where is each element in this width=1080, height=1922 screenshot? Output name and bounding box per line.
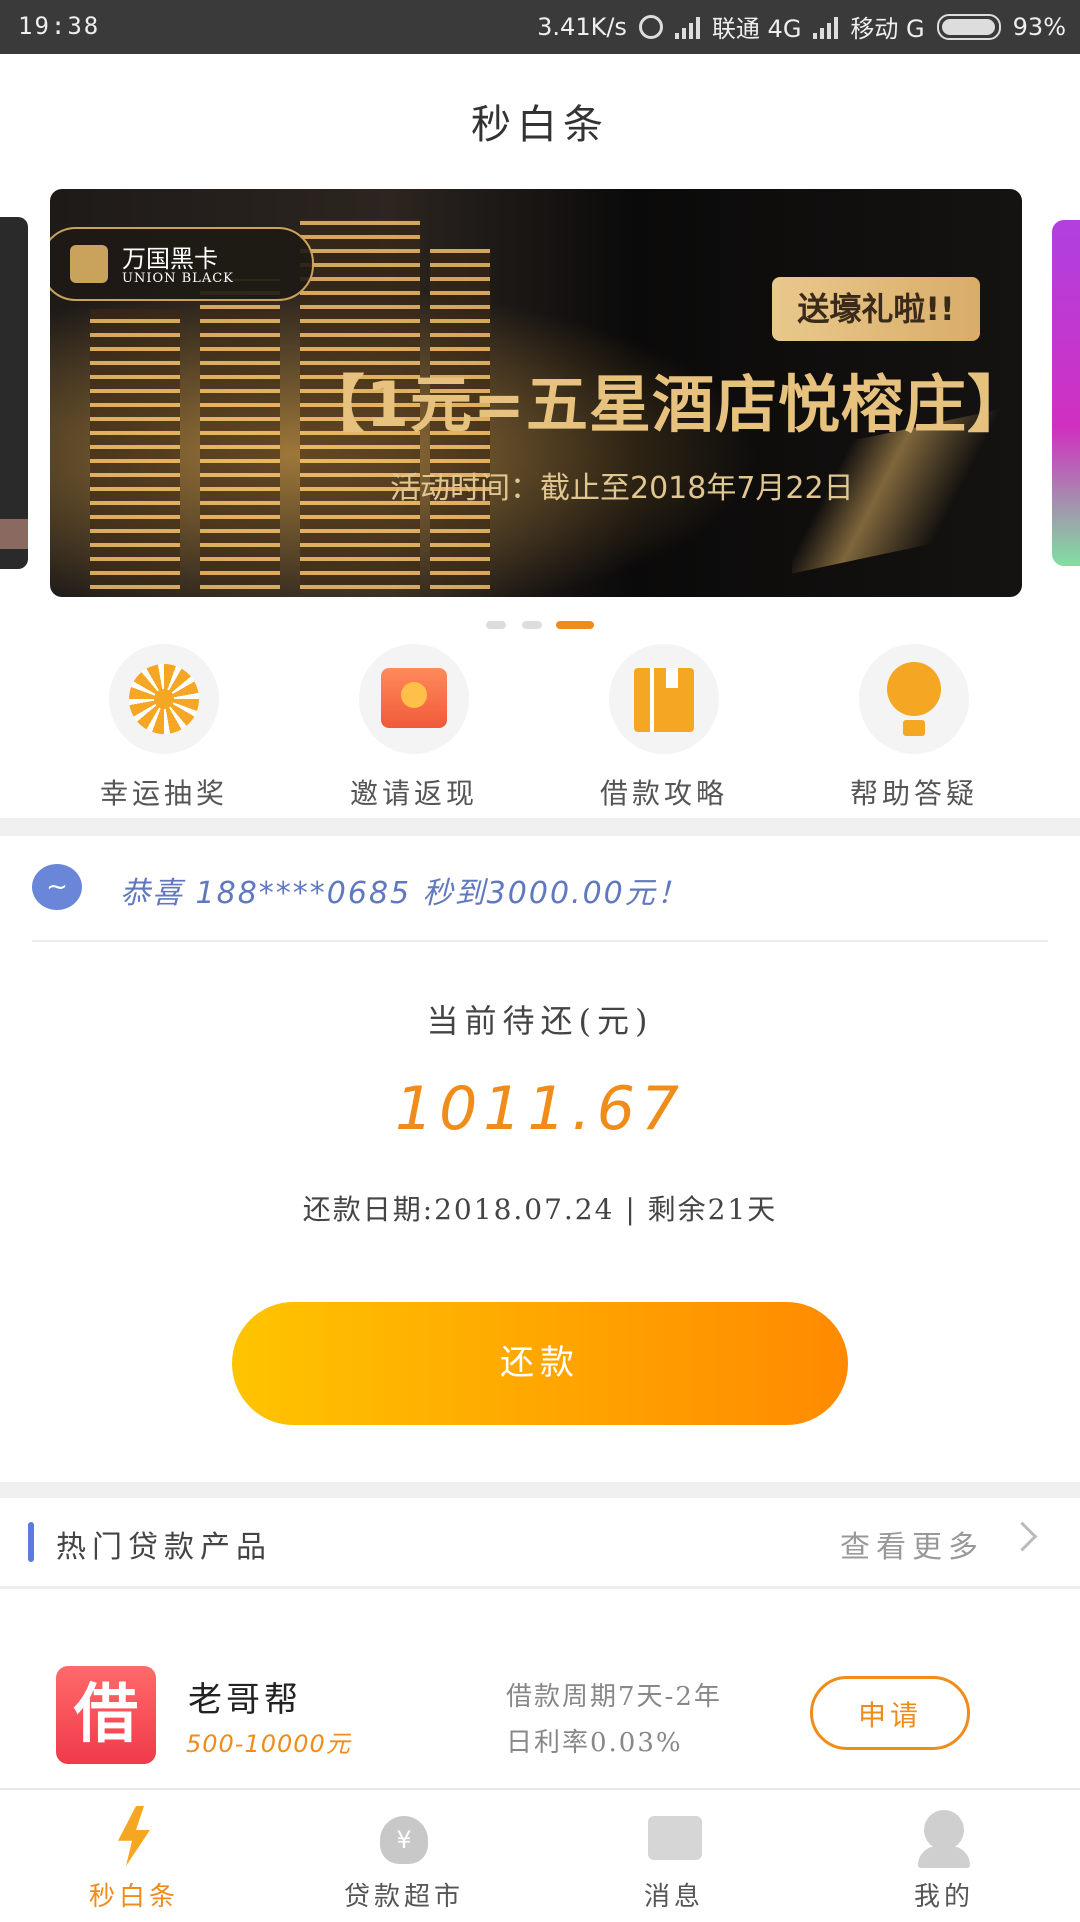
quick-action-icon-bg [109, 644, 219, 754]
bottom-tab-bar: 秒白条 ¥ 贷款超市 消息 我的 [0, 1788, 1080, 1922]
net-speed: 3.41K/s [537, 12, 627, 41]
quick-action-invite-cashback[interactable]: 邀请返现 [314, 644, 514, 812]
mail-icon [644, 1806, 704, 1866]
lucky-wheel-icon [129, 664, 199, 734]
logo-cn-text: 万国黑卡 [122, 245, 218, 273]
tab-miaobaitiao[interactable]: 秒白条 [34, 1806, 234, 1913]
promo-banner[interactable]: 万国黑卡 UNION BLACK 送壕礼啦!! 【1元=五星酒店悦榕庄】 活动时… [50, 189, 1022, 597]
page-title: 秒白条 [471, 102, 609, 148]
quick-action-icon-bg [609, 644, 719, 754]
battery-icon [936, 13, 1001, 40]
carousel-dot-1[interactable] [486, 621, 506, 629]
due-date-info: 还款日期:2018.07.24 | 剩余21天 [302, 1193, 778, 1226]
hot-products-divider [0, 1586, 1080, 1589]
section-divider [0, 818, 1080, 836]
banner-headline: 【1元=五星酒店悦榕庄】 [302, 368, 1022, 441]
tab-label: 贷款超市 [343, 1882, 464, 1912]
product-amount-range: 500-10000元 [186, 1730, 351, 1758]
product-rate: 日利率0.03% [506, 1728, 683, 1758]
status-right: 3.41K/s 联通 4G 移动 G 93% [537, 9, 1066, 44]
union-black-logo: 万国黑卡 UNION BLACK [50, 227, 314, 301]
apply-button[interactable]: 申请 [810, 1676, 970, 1750]
carrier-2: 移动 G [850, 15, 925, 43]
due-amount-label: 当前待还(元) [426, 1002, 654, 1040]
product-name[interactable]: 老哥帮 [188, 1672, 302, 1721]
logo-en-text: UNION BLACK [122, 271, 234, 286]
carrier-1: 联通 4G [711, 15, 802, 43]
battery-level: 93% [1012, 12, 1066, 41]
tab-label: 我的 [913, 1882, 974, 1912]
notice-bubble-icon: ~ [32, 864, 82, 910]
book-icon [634, 668, 694, 732]
due-amount-value: 1011.67 [394, 1074, 686, 1144]
quick-action-icon-bg [859, 644, 969, 754]
chevron-right-icon[interactable] [1007, 1521, 1038, 1552]
lightning-icon [104, 1806, 164, 1866]
view-more-link[interactable]: 查看更多 [840, 1522, 984, 1566]
quick-action-label: 邀请返现 [349, 777, 478, 810]
notice-divider [32, 940, 1048, 942]
quick-action-icon-bg [359, 644, 469, 754]
status-time: 19:38 [18, 12, 101, 40]
quick-action-help[interactable]: 帮助答疑 [814, 644, 1014, 812]
hotel-building-image [90, 309, 180, 589]
banner-next-peek[interactable] [1052, 220, 1080, 566]
product-term: 借款周期7天-2年 [506, 1682, 722, 1712]
carousel-dot-3-active[interactable] [556, 621, 594, 629]
repay-button[interactable]: 还款 [232, 1302, 848, 1425]
lightbulb-icon [887, 662, 941, 736]
tab-mine[interactable]: 我的 [844, 1806, 1044, 1913]
quick-action-label: 借款攻略 [599, 777, 728, 810]
notice-marquee[interactable]: 恭喜 188****0685 秒到3000.00元！ [120, 868, 689, 912]
quick-action-loan-guide[interactable]: 借款攻略 [564, 644, 764, 812]
signal-icon-2 [813, 15, 839, 39]
tab-loan-market[interactable]: ¥ 贷款超市 [304, 1806, 504, 1913]
tab-label: 秒白条 [88, 1882, 179, 1912]
tab-messages[interactable]: 消息 [574, 1806, 774, 1913]
hot-products-title: 热门贷款产品 [56, 1530, 272, 1565]
quick-action-lucky-draw[interactable]: 幸运抽奖 [64, 644, 264, 812]
union-black-emblem-icon [70, 245, 108, 283]
section-divider [0, 1482, 1080, 1498]
signal-icon [674, 15, 700, 39]
tab-label: 消息 [643, 1882, 704, 1912]
person-icon [914, 1806, 974, 1868]
carousel-dot-2[interactable] [522, 621, 542, 629]
banner-prev-peek[interactable] [0, 217, 28, 569]
banner-subtitle: 活动时间：截止至2018年7月22日 [390, 471, 854, 506]
section-accent-bar [28, 1522, 34, 1562]
red-envelope-icon [381, 668, 447, 728]
money-bag-icon: ¥ [374, 1806, 434, 1866]
alarm-icon [638, 14, 663, 39]
banner-badge: 送壕礼啦!! [772, 277, 980, 341]
status-bar: 19:38 3.41K/s 联通 4G 移动 G 93% [0, 0, 1080, 54]
quick-action-label: 幸运抽奖 [99, 777, 228, 810]
quick-action-label: 帮助答疑 [849, 777, 978, 810]
product-logo[interactable]: 借 [56, 1666, 156, 1764]
